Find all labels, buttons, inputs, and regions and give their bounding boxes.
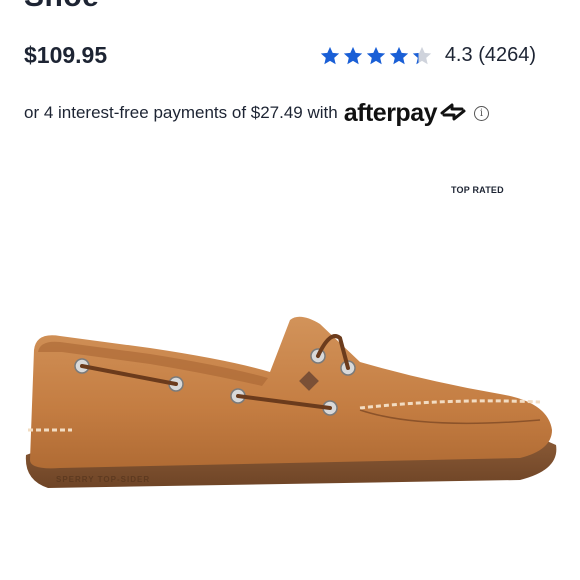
info-icon[interactable]: i: [474, 105, 489, 121]
star-icon: [319, 45, 341, 67]
product-detail-page: Shoe $109.95 4.3 (4264) or 4 interest-fr…: [0, 0, 580, 580]
top-rated-badge: TOP RATED: [451, 185, 504, 195]
star-icon: [411, 45, 433, 67]
sole-imprint: SPERRY TOP-SIDER: [56, 475, 150, 484]
product-price: $109.95: [24, 42, 108, 68]
rating-text: 4.3 (4264): [445, 44, 536, 67]
star-icon: [388, 45, 410, 67]
star-icon: [342, 45, 364, 67]
product-title: Shoe: [24, 0, 99, 14]
shoe-image: SPERRY TOP-SIDER: [0, 290, 580, 520]
rating-summary[interactable]: 4.3 (4264): [319, 44, 536, 67]
rating-count: (4264): [478, 44, 536, 66]
star-icon: [365, 45, 387, 67]
afterpay-logo: afterpay: [343, 98, 438, 127]
installment-row: or 4 interest-free payments of $27.49 wi…: [24, 98, 489, 128]
star-rating: [319, 45, 433, 67]
rating-value: 4.3: [444, 44, 473, 66]
installment-text: or 4 interest-free payments of $27.49 wi…: [24, 103, 338, 122]
afterpay-arrows-icon: [438, 101, 468, 128]
